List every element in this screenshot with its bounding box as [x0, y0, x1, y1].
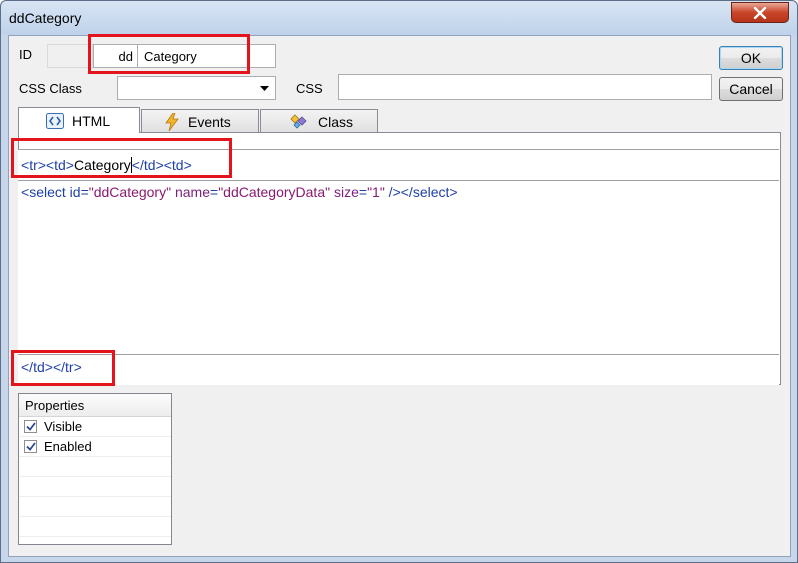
id-prefix-field: dd	[93, 44, 139, 68]
code-main-editor[interactable]: <select id="ddCategory" name="ddCategory…	[18, 181, 779, 355]
code-sym: =	[358, 184, 368, 200]
property-empty-row	[19, 497, 171, 517]
cancel-button[interactable]: Cancel	[719, 77, 783, 101]
chevron-down-icon	[260, 86, 269, 91]
code-after-editor[interactable]: </td></tr>	[18, 354, 779, 385]
code-sym: ></	[44, 359, 66, 375]
id-label: ID	[19, 47, 32, 62]
code-text: Category	[73, 157, 132, 173]
code-attr: size	[333, 184, 359, 200]
code-tag: select	[29, 184, 66, 200]
code-attr: name	[174, 184, 210, 200]
code-sym: ><	[37, 157, 55, 173]
css-label: CSS	[296, 81, 323, 96]
css-class-label: CSS Class	[19, 81, 82, 96]
code-sym: =	[80, 184, 89, 200]
code-sym: </	[131, 157, 144, 173]
id-prefix: dd	[118, 49, 133, 64]
css-input[interactable]	[338, 74, 712, 100]
close-icon	[753, 6, 767, 19]
code-sym: </	[21, 359, 34, 375]
code-sym: <	[21, 157, 30, 173]
code-tag: td	[33, 359, 45, 375]
code-tag: td	[171, 157, 184, 173]
dialog-client: ID dd Category CSS Class CSS OK Cancel H…	[8, 35, 791, 557]
check-icon	[25, 422, 36, 431]
code-sym: >	[65, 157, 74, 173]
property-enabled[interactable]: Enabled	[19, 437, 171, 457]
tab-class[interactable]: Class	[260, 109, 378, 133]
code-tag: td	[54, 157, 66, 173]
property-visible[interactable]: Visible	[19, 417, 171, 437]
code-sym: >	[183, 157, 192, 173]
tab-events-label: Events	[188, 113, 231, 130]
title-bar[interactable]: ddCategory	[1, 1, 797, 35]
visible-checkbox[interactable]	[24, 420, 37, 433]
enabled-label: Enabled	[44, 439, 92, 454]
css-class-select[interactable]	[117, 76, 276, 100]
code-sym: >	[449, 184, 458, 200]
code-value: "ddCategoryData"	[218, 184, 331, 200]
id-input[interactable]: Category	[137, 44, 276, 68]
lightning-icon	[164, 112, 180, 131]
code-sym: ><	[155, 157, 172, 173]
code-tag: tr	[29, 157, 38, 173]
cancel-label: Cancel	[729, 81, 773, 97]
tab-events[interactable]: Events	[141, 109, 259, 133]
code-tag: select	[412, 184, 450, 200]
code-sym: /></	[384, 184, 413, 200]
code-sym: >	[73, 359, 82, 375]
properties-header: Properties	[19, 394, 171, 417]
enabled-checkbox[interactable]	[24, 440, 37, 453]
check-icon	[25, 442, 36, 451]
code-sym: =	[210, 184, 219, 200]
close-button[interactable]	[731, 2, 789, 23]
code-sym: <	[21, 184, 30, 200]
property-empty-row	[19, 477, 171, 497]
id-value: Category	[144, 49, 197, 64]
visible-label: Visible	[44, 419, 83, 434]
code-tag: td	[143, 157, 156, 173]
property-empty-row	[19, 517, 171, 537]
tab-html-label: HTML	[72, 112, 111, 129]
class-icon	[290, 113, 310, 130]
code-before-editor[interactable]: <tr><td>Category</td><td>	[18, 149, 779, 181]
ok-button[interactable]: OK	[719, 46, 783, 70]
property-empty-row	[19, 457, 171, 477]
dialog-window: ddCategory ID dd Category CSS Class CSS …	[0, 0, 798, 563]
tab-class-label: Class	[318, 113, 354, 130]
code-attr: id	[69, 184, 81, 200]
code-tag: tr	[65, 359, 74, 375]
ok-label: OK	[740, 50, 762, 66]
id-blank-field	[47, 44, 93, 68]
html-icon	[46, 112, 64, 129]
tab-html[interactable]: HTML	[18, 107, 140, 133]
properties-list: Properties Visible Enabled	[18, 393, 172, 545]
code-value: "ddCategory"	[88, 184, 172, 200]
window-title: ddCategory	[9, 10, 82, 26]
code-value: "1"	[367, 184, 385, 200]
